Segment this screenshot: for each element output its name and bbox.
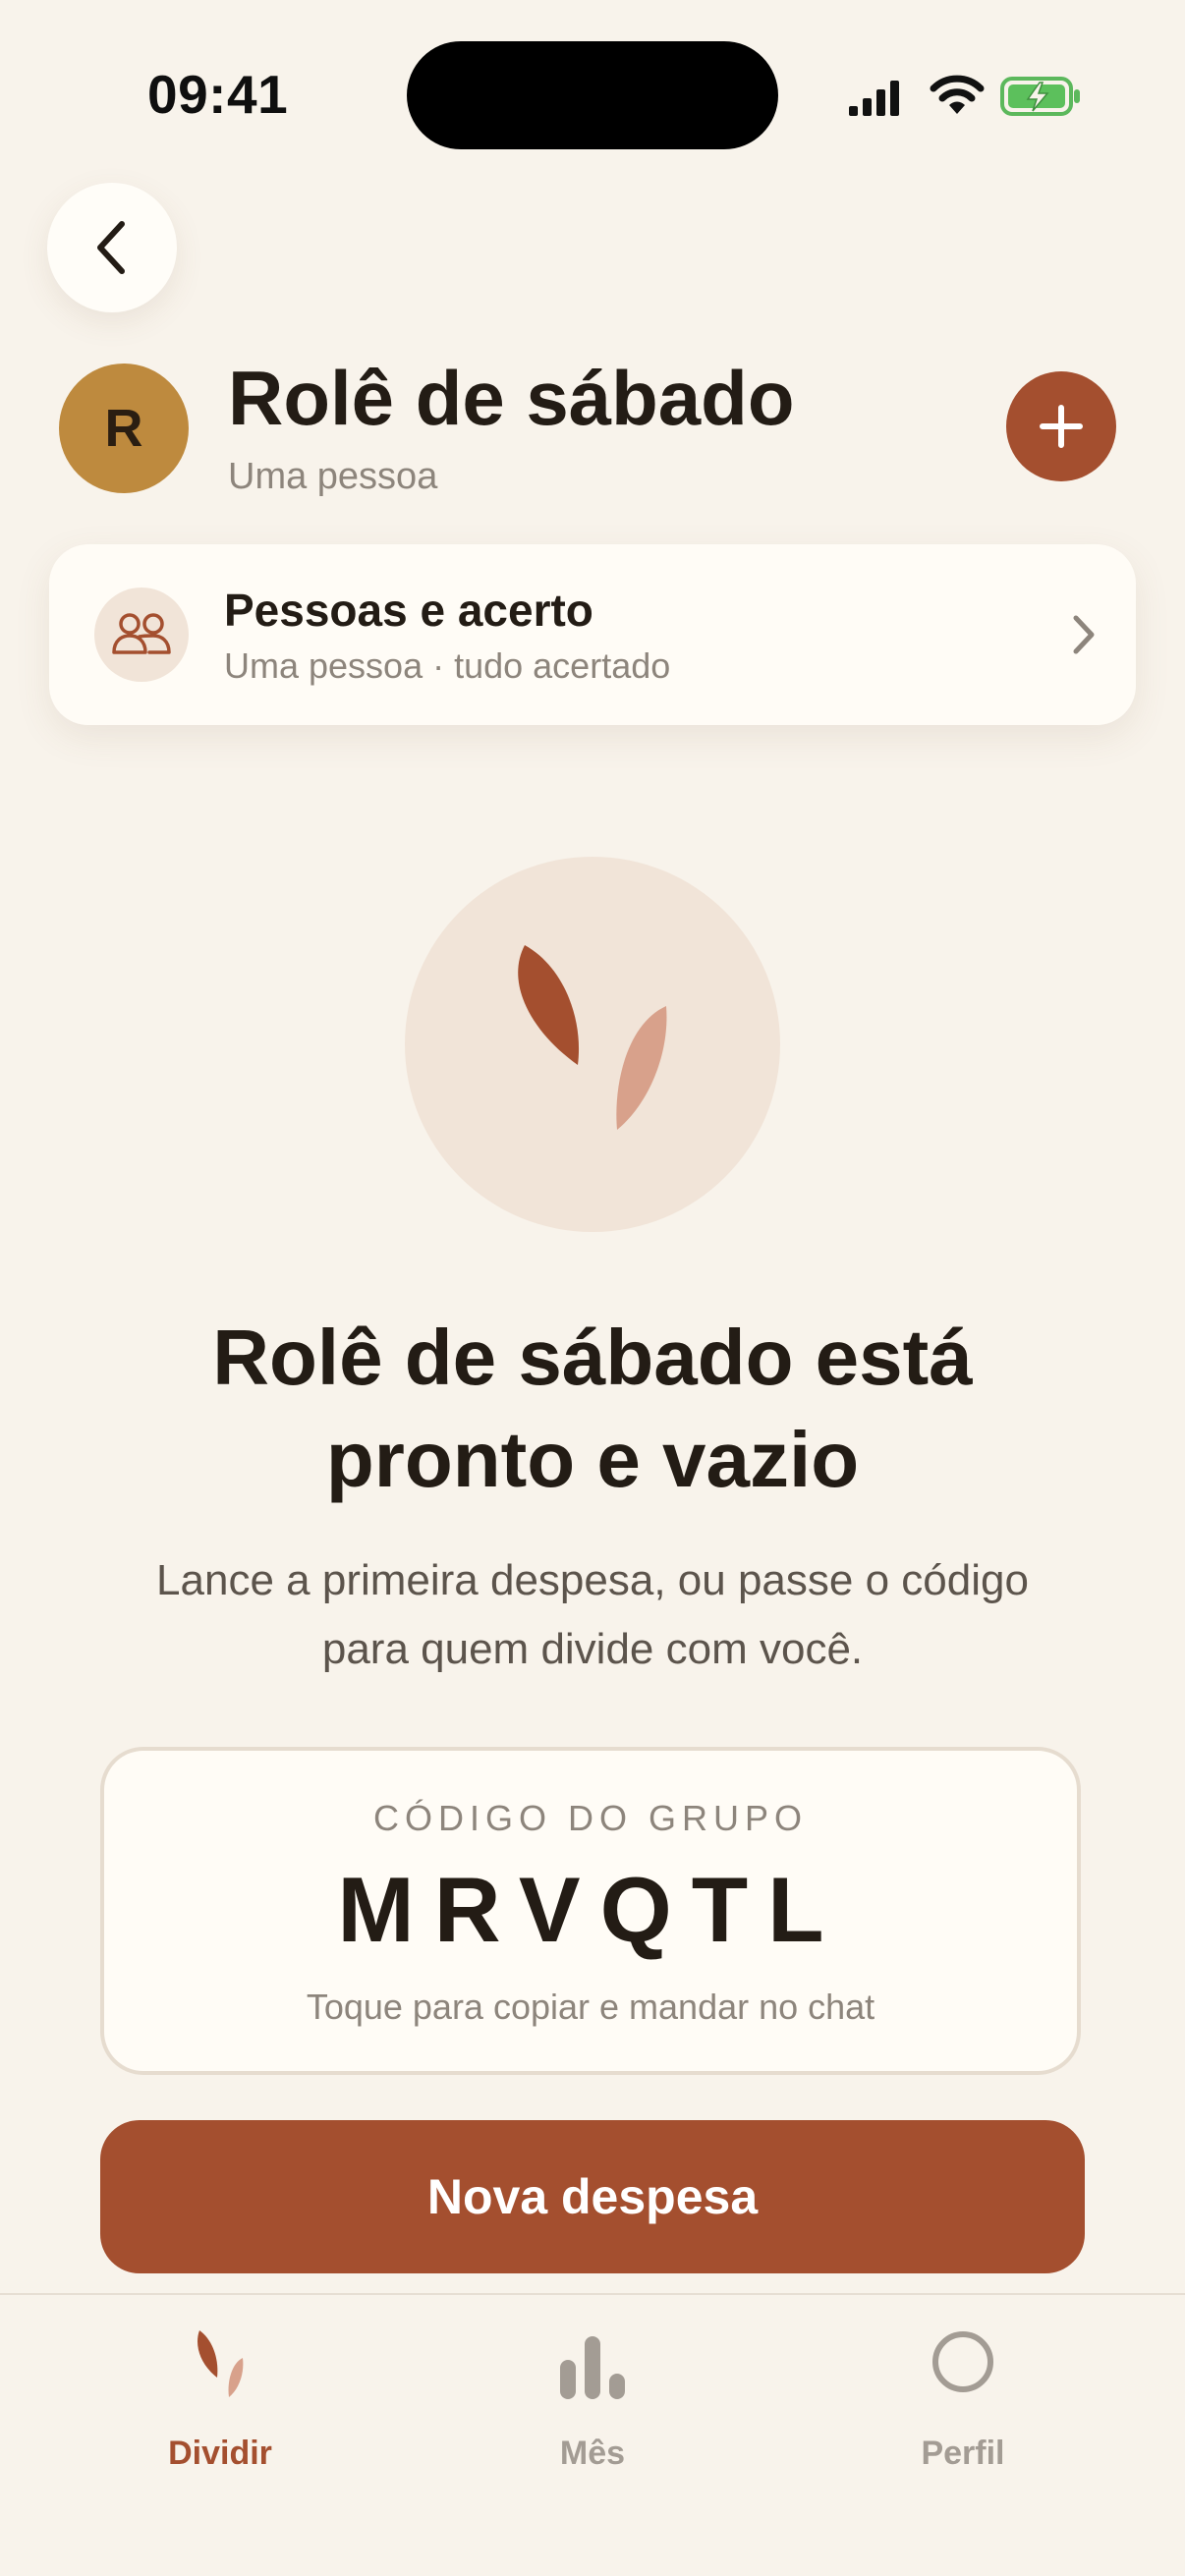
empty-state-title: Rolê de sábado está pronto e vazio <box>59 1307 1126 1511</box>
tab-dividir-label: Dividir <box>168 2435 272 2472</box>
bar-chart-icon <box>560 2336 625 2399</box>
status-time: 09:41 <box>147 64 289 125</box>
people-card-title: Pessoas e acerto <box>224 585 593 636</box>
group-code: MRVQTL <box>337 1858 844 1961</box>
empty-state-title-line2: pronto e vazio <box>325 1416 860 1503</box>
cellular-signal-icon <box>849 81 899 116</box>
tab-bar: Dividir Mês Perfil <box>0 2293 1185 2576</box>
copy-hint: Toque para copiar e mandar no chat <box>306 1987 875 2027</box>
tab-mes-label: Mês <box>559 2435 626 2472</box>
people-icon <box>112 613 171 654</box>
add-button[interactable] <box>1006 371 1116 481</box>
back-button[interactable] <box>47 183 177 312</box>
screen: 09:41 R Rolê de sábado Uma pessoa Pessoa… <box>0 0 1185 2576</box>
page-title: Rolê de sábado <box>228 355 795 441</box>
empty-state-illustration <box>405 857 780 1232</box>
leaf-icon <box>518 945 667 1130</box>
member-count: Uma pessoa <box>228 456 438 497</box>
empty-state-description-line1: Lance a primeira despesa, ou passe o cód… <box>156 1556 1029 1604</box>
dynamic-island <box>407 41 778 149</box>
tab-perfil[interactable]: Perfil <box>845 2324 1081 2472</box>
people-card-subtitle: Uma pessoa · tudo acertado <box>224 645 671 686</box>
new-expense-button[interactable]: Nova despesa <box>100 2120 1085 2273</box>
chevron-right-icon <box>1073 615 1095 654</box>
people-icon-container <box>94 588 189 682</box>
group-avatar: R <box>59 364 189 493</box>
empty-state-title-line1: Rolê de sábado está <box>212 1314 973 1401</box>
plus-icon <box>1040 405 1083 448</box>
chevron-left-icon <box>97 221 125 274</box>
people-settlement-card[interactable]: Pessoas e acerto Uma pessoa · tudo acert… <box>49 544 1136 725</box>
group-code-card[interactable]: CÓDIGO DO GRUPO MRVQTL Toque para copiar… <box>100 1747 1081 2075</box>
profile-circle-icon <box>932 2331 993 2392</box>
tab-perfil-label: Perfil <box>921 2435 1005 2472</box>
tab-mes[interactable]: Mês <box>475 2324 710 2472</box>
battery-charging-icon <box>1000 77 1080 116</box>
status-icons <box>847 71 1083 122</box>
leaf-icon <box>198 2330 244 2397</box>
tab-dividir[interactable]: Dividir <box>102 2324 338 2472</box>
empty-state-description-line2: para quem divide com você. <box>321 1625 864 1673</box>
wifi-icon <box>930 75 985 114</box>
empty-state-description: Lance a primeira despesa, ou passe o cód… <box>79 1546 1106 1684</box>
group-code-label: CÓDIGO DO GRUPO <box>372 1798 809 1838</box>
